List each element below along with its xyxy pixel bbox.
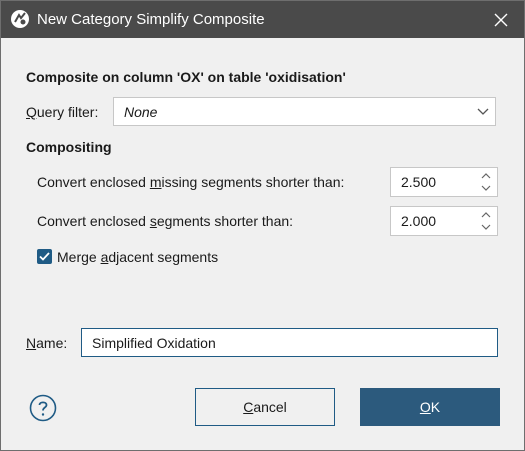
missing-segments-value: 2.500 [401, 174, 437, 190]
merge-adjacent-label[interactable]: Merge adjacent segments [57, 249, 218, 265]
window-title: New Category Simplify Composite [37, 11, 265, 28]
title-bar: New Category Simplify Composite [1, 1, 524, 38]
spin-up-icon[interactable] [481, 172, 491, 180]
dialog-window: New Category Simplify Composite Composit… [0, 0, 525, 451]
compositing-section-title: Compositing [26, 139, 112, 155]
help-icon[interactable] [29, 394, 57, 422]
segments-spinbox[interactable]: 2.000 [390, 206, 498, 236]
chevron-down-icon [477, 108, 489, 115]
cancel-button[interactable]: Cancel [195, 388, 335, 426]
name-input-value: Simplified Oxidation [92, 335, 216, 351]
query-filter-label: Query filter: [26, 104, 99, 120]
segments-value: 2.000 [401, 213, 437, 229]
checkmark-icon [39, 252, 50, 261]
missing-segments-spinbox[interactable]: 2.500 [390, 167, 498, 197]
composite-description: Composite on column 'OX' on table 'oxidi… [26, 69, 346, 85]
app-logo-icon [11, 10, 29, 28]
merge-adjacent-checkbox[interactable] [37, 249, 52, 264]
spin-down-icon[interactable] [481, 184, 491, 192]
close-button[interactable] [478, 1, 524, 38]
spin-down-icon[interactable] [481, 223, 491, 231]
spin-up-icon[interactable] [481, 211, 491, 219]
name-label: Name: [26, 335, 68, 351]
close-icon [494, 13, 508, 26]
segments-label: Convert enclosed segments shorter than: [37, 213, 294, 229]
ok-button[interactable]: OK [360, 388, 500, 426]
query-filter-value: None [124, 104, 158, 120]
name-input[interactable]: Simplified Oxidation [81, 328, 498, 357]
missing-segments-label: Convert enclosed missing segments shorte… [37, 174, 345, 190]
query-filter-dropdown[interactable]: None [113, 97, 496, 126]
